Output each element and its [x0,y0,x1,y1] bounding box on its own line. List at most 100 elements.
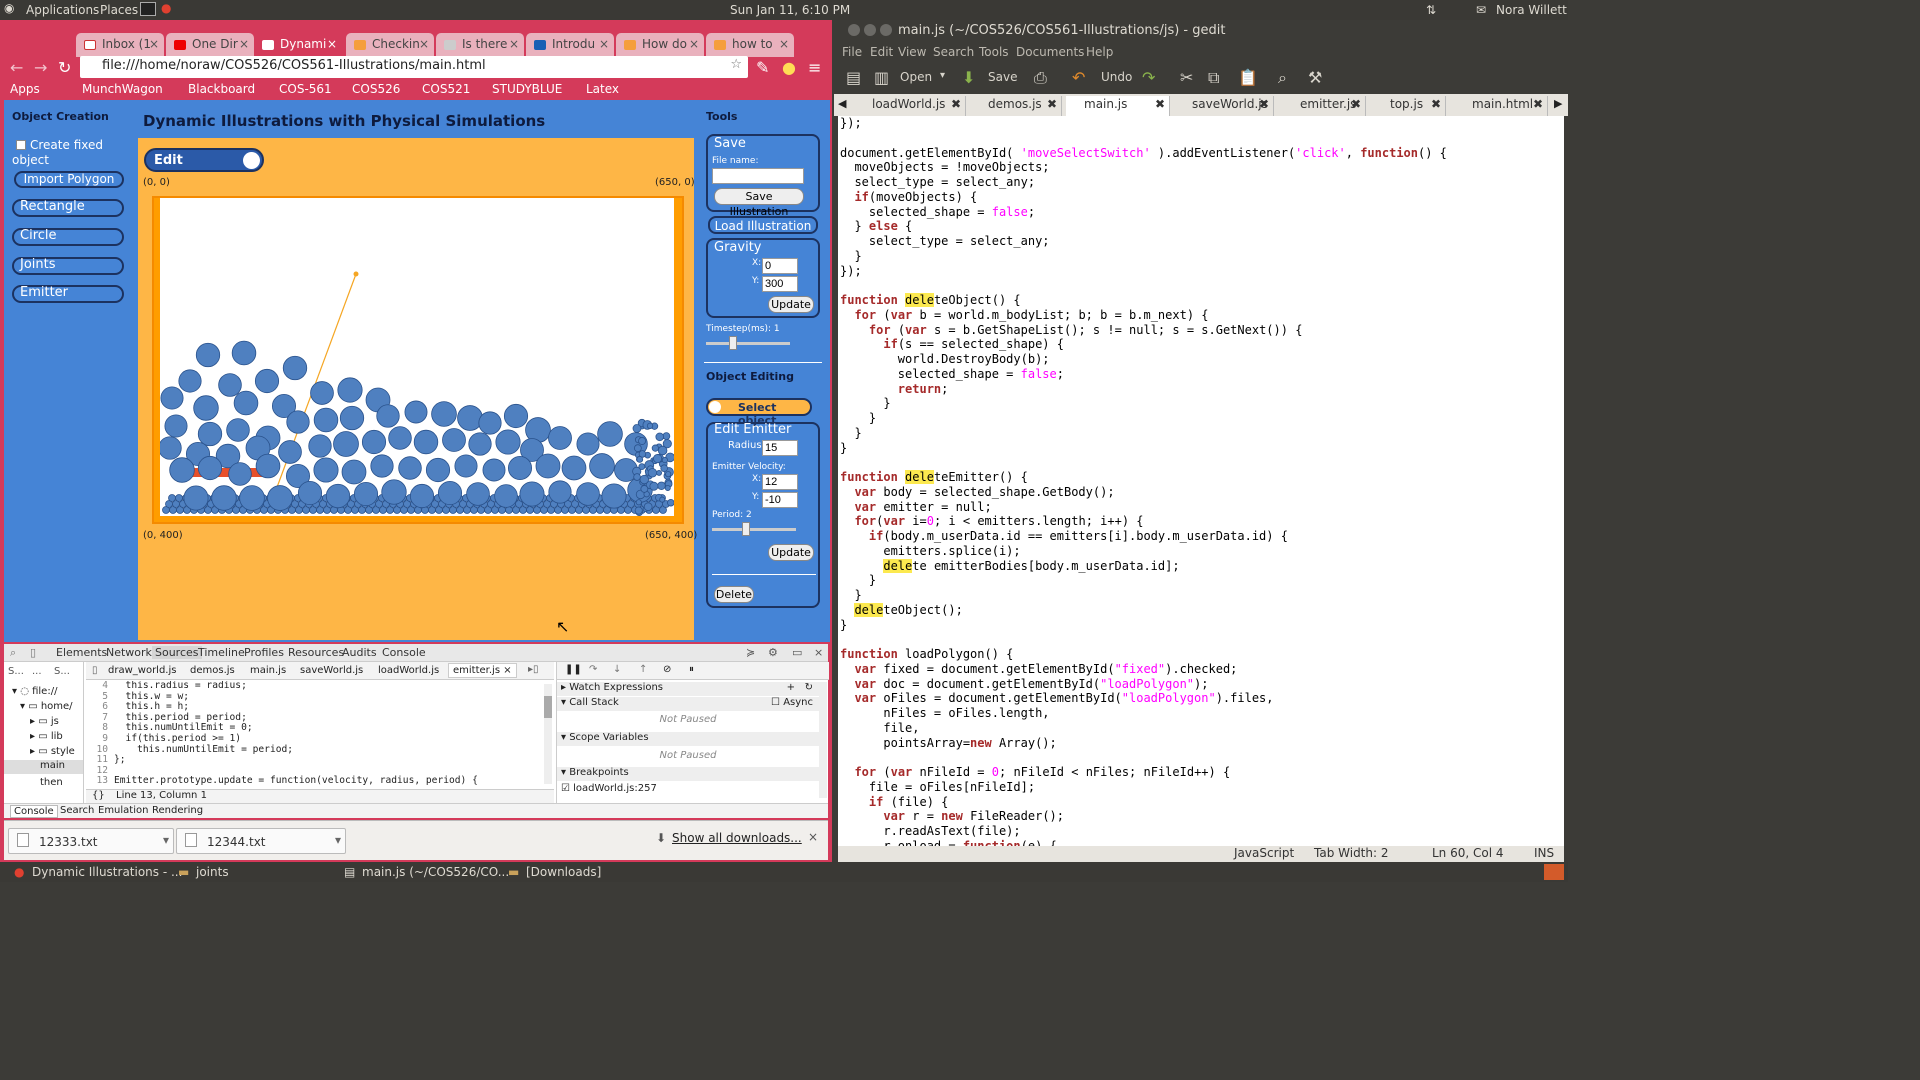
close-icon[interactable]: ✖ [1431,97,1441,111]
chat-icon[interactable]: ✉ [1476,3,1486,17]
bookmark-studyblue[interactable]: STUDYBLUE [492,82,562,96]
chrome-icon[interactable]: ● [161,1,171,15]
tab-main-html[interactable]: main.html ✖ [1454,96,1548,116]
close-icon[interactable]: ✖ [1533,97,1543,111]
source-tab[interactable]: draw_world.js [108,665,176,676]
drawer-tab-console[interactable]: Console [10,805,58,818]
reload-button[interactable]: ↻ [58,58,71,77]
forward-button[interactable]: → [34,58,47,77]
close-icon[interactable]: ✖ [1155,97,1165,111]
gravity-update-button[interactable]: Update [768,296,814,313]
tab-demos[interactable]: demos.js ✖ [970,96,1062,116]
drawer-tab-rendering[interactable]: Rendering [152,805,203,816]
close-icon[interactable]: × [149,37,159,51]
device-icon[interactable]: ▯ [30,646,36,659]
edit-toggle[interactable]: Edit [144,148,264,172]
step-out-icon[interactable]: ↑ [639,664,647,675]
workspace-switcher[interactable] [1544,864,1564,880]
show-all-downloads-link[interactable]: Show all downloads... [672,831,802,845]
bookmark-cos561[interactable]: COS-561 [279,82,332,96]
deactivate-breakpoints-icon[interactable]: ⊘ [663,664,671,675]
add-icon[interactable]: + [787,682,795,693]
code-editor[interactable]: }); document.getElementById( 'moveSelect… [838,116,1564,846]
watch-expressions-header[interactable]: ▸ Watch Expressions + ↻ [557,682,819,696]
velocity-x-input[interactable] [762,474,798,490]
refresh-icon[interactable]: ↻ [805,682,813,693]
replace-icon[interactable]: ⚒ [1308,68,1322,87]
star-icon[interactable]: ☆ [730,57,742,72]
chevron-down-icon[interactable]: ▾ [163,833,169,847]
clock[interactable]: Sun Jan 11, 6:10 PM [730,3,850,17]
menu-tools[interactable]: Tools [979,45,1009,59]
tree-item[interactable]: then [40,777,63,788]
paste-icon[interactable]: 📋 [1238,68,1258,87]
emitter-button[interactable]: Emitter [12,285,124,303]
drawer-tab-emulation[interactable]: Emulation [98,805,148,816]
menu-documents[interactable]: Documents [1016,45,1084,59]
close-icon[interactable]: × [779,37,789,51]
velocity-y-input[interactable] [762,492,798,508]
tree-item[interactable]: ▾ ◌ file:// [12,686,57,697]
menu-help[interactable]: Help [1086,45,1113,59]
close-icon[interactable]: × [689,37,699,51]
bookmark-munchwagon[interactable]: MunchWagon [82,82,163,96]
extension-icon[interactable]: ● [782,58,796,77]
timestep-slider-knob[interactable] [728,336,737,350]
tree-item[interactable]: ▾ ▭ home/ [20,701,73,712]
tab-top[interactable]: top.js ✖ [1372,96,1446,116]
gear-icon[interactable]: ⚙ [768,646,778,659]
bookmark-apps[interactable]: Apps [10,82,40,96]
rectangle-button[interactable]: Rectangle [12,199,124,217]
import-polygon-button[interactable]: Import Polygon [14,171,124,188]
open-icon[interactable]: ▥ [874,68,889,87]
delete-button[interactable]: Delete [714,586,754,603]
gravity-y-input[interactable] [762,276,798,292]
tab-how-to[interactable]: how to × [706,33,794,57]
source-code[interactable]: 4 this.radius = radius; 5 this.w = w; 6 th… [86,681,542,787]
joints-button[interactable]: Joints [12,257,124,275]
maximize-window-icon[interactable] [880,24,892,36]
tab-emitter[interactable]: emitter.js ✖ [1282,96,1366,116]
close-icon[interactable]: × [419,37,429,51]
save-button[interactable]: Save [988,70,1017,84]
tree-item[interactable]: ▸ ▭ lib [30,731,63,742]
menu-search[interactable]: Search [933,45,974,59]
tab-profiles[interactable]: Profiles [244,646,284,659]
source-tab[interactable]: loadWorld.js [378,665,439,676]
tree-item[interactable]: ▸ ▭ style [30,746,75,757]
timestep-slider[interactable] [706,336,790,350]
new-file-icon[interactable]: ▤ [846,68,861,87]
period-slider-knob[interactable] [742,522,751,536]
menu-view[interactable]: View [898,45,926,59]
taskbar-item-chrome[interactable]: Dynamic Illustrations - ... [32,865,182,879]
bookmark-cos521[interactable]: COS521 [422,82,470,96]
close-icon[interactable]: ✖ [1259,97,1269,111]
tab-dynamic[interactable]: Dynami × [254,33,342,57]
menu-edit[interactable]: Edit [870,45,893,59]
address-bar[interactable]: file:///home/noraw/COS526/COS561-Illustr… [80,56,748,78]
drawer-icon[interactable]: ≽ [746,646,755,659]
redo-icon[interactable]: ↷ [1142,68,1155,87]
tab-sources[interactable]: Sources [152,646,202,659]
menu-file[interactable]: File [842,45,862,59]
print-icon[interactable]: ⎙ [1034,68,1047,88]
ubuntu-logo-icon[interactable]: ◉ [4,1,14,15]
gravity-x-input[interactable] [762,258,798,274]
tab-audits[interactable]: Audits [342,646,377,659]
close-icon[interactable]: × [239,37,249,51]
download-item[interactable]: 12344.txt ▾ [176,828,346,854]
scroll-tabs-right-icon[interactable]: ▶ [1554,97,1562,110]
copy-icon[interactable]: ⧉ [1208,68,1219,88]
tab-is-there[interactable]: Is there × [436,33,524,57]
save-illustration-button[interactable]: Save Illustration [714,188,804,218]
close-icon[interactable]: × [814,646,823,659]
bookmark-blackboard[interactable]: Blackboard [188,82,255,96]
tab-resources[interactable]: Resources [288,646,344,659]
close-icon[interactable]: × [327,37,337,51]
tab-width-selector[interactable]: Tab Width: 2 [1314,846,1388,860]
scope-variables-header[interactable]: ▾ Scope Variables [557,732,819,746]
applications-menu[interactable]: Applications [26,3,99,17]
taskbar-item-joints[interactable]: joints [196,865,229,879]
tab-main-js[interactable]: main.js ✖ [1066,96,1170,116]
network-icon[interactable]: ⇅ [1426,3,1436,17]
